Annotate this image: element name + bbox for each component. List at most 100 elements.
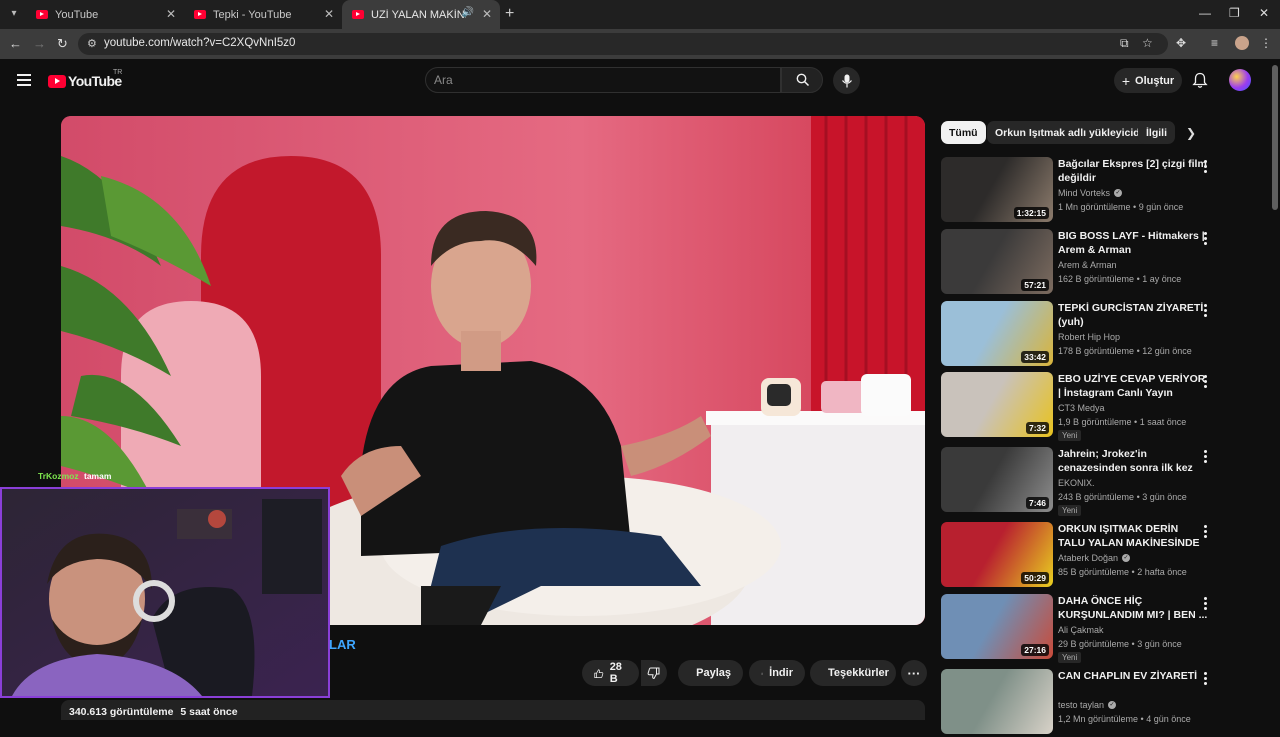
video-title[interactable]: BIG BOSS LAYF - Hitmakers | Arem & Arman xyxy=(1058,230,1208,257)
extensions-icon[interactable]: ✥ xyxy=(1176,36,1186,50)
chip-from-uploader[interactable]: Orkun Işıtmak adlı yükleyiciden xyxy=(987,121,1160,144)
video-meta: 85 B görüntüleme • 2 hafta önce xyxy=(1058,567,1187,577)
browser-toolbar: ← → ↻ ⚙ youtube.com/watch?v=C2XQvNnI5z0 … xyxy=(0,29,1280,59)
video-title[interactable]: CAN CHAPLIN EV ZİYARETİ xyxy=(1058,670,1208,684)
create-button[interactable]: + Oluştur xyxy=(1114,68,1182,93)
chip-all[interactable]: Tümü xyxy=(941,121,986,144)
dislike-button[interactable] xyxy=(641,660,667,686)
recommendation-item[interactable]: 7:46Jahrein; Jrokez'in cenazesinden sonr… xyxy=(941,447,1261,515)
video-thumbnail[interactable]: 57:21 xyxy=(941,229,1053,294)
channel-name[interactable]: Mind Vorteks✓ xyxy=(1058,188,1122,198)
channel-label: Ataberk Doğan xyxy=(1058,553,1118,563)
menu-icon[interactable] xyxy=(17,74,31,86)
streamer-webcam-overlay xyxy=(0,487,330,698)
like-button[interactable]: 28 B xyxy=(582,660,639,686)
channel-name[interactable]: CT3 Medya xyxy=(1058,403,1105,413)
video-title[interactable]: ORKUN IŞITMAK DERİN TALU YALAN MAKİNESİN… xyxy=(1058,523,1208,550)
minimize-icon[interactable]: — xyxy=(1199,6,1211,20)
channel-name[interactable]: Ataberk Doğan✓ xyxy=(1058,553,1130,563)
upload-age: 1 saat önce xyxy=(1140,417,1187,427)
video-thumbnail[interactable]: 27:16 xyxy=(941,594,1053,659)
video-title[interactable]: Bağcılar Ekspres [2] çizgi film değildir xyxy=(1058,158,1208,185)
account-avatar[interactable] xyxy=(1229,69,1251,91)
voice-search-button[interactable] xyxy=(833,67,860,94)
channel-name[interactable]: EKONIX. xyxy=(1058,478,1095,488)
video-meta: 162 B görüntüleme • 1 ay önce xyxy=(1058,274,1181,284)
channel-label: Robert Hip Hop xyxy=(1058,332,1120,342)
more-vert-icon[interactable] xyxy=(1201,525,1209,539)
video-thumbnail[interactable] xyxy=(941,669,1053,734)
site-info-icon[interactable]: ⚙ xyxy=(87,37,97,50)
more-vert-icon[interactable] xyxy=(1201,304,1209,318)
video-thumbnail[interactable]: 50:29 xyxy=(941,522,1053,587)
more-actions-button[interactable]: ··· xyxy=(901,660,927,686)
channel-label: Ali Çakmak xyxy=(1058,625,1104,635)
recommendation-item[interactable]: 33:42TEPKİ GURCİSTAN ZİYARETİ (yuh) Rober… xyxy=(941,301,1261,369)
page-scrollbar[interactable] xyxy=(1272,65,1278,210)
channel-name[interactable]: Robert Hip Hop xyxy=(1058,332,1120,342)
browser-tab-tepki[interactable]: Tepki - YouTube ✕ xyxy=(184,0,342,29)
back-icon[interactable]: ← xyxy=(9,36,22,51)
notifications-bell-icon[interactable] xyxy=(1192,72,1208,89)
reload-icon[interactable]: ↻ xyxy=(57,36,68,52)
search-button[interactable] xyxy=(781,67,823,93)
close-icon[interactable]: ✕ xyxy=(324,7,334,21)
search-input[interactable] xyxy=(434,73,764,87)
video-thumbnail[interactable]: 7:46 xyxy=(941,447,1053,512)
video-thumbnail[interactable]: 7:32 xyxy=(941,372,1053,437)
install-app-icon[interactable]: ⧉ xyxy=(1120,36,1129,51)
more-vert-icon[interactable] xyxy=(1201,375,1209,389)
window-close-icon[interactable]: ✕ xyxy=(1259,6,1269,20)
channel-name[interactable]: Arem & Arman xyxy=(1058,260,1117,270)
more-vert-icon[interactable] xyxy=(1201,597,1209,611)
webcam-frame xyxy=(2,489,328,696)
share-button[interactable]: Paylaş xyxy=(678,660,743,686)
recommendation-item[interactable]: 1:32:15 Bağcılar Ekspres [2] çizgi film d… xyxy=(941,157,1261,225)
download-label: İndir xyxy=(769,667,793,679)
restore-icon[interactable]: ❐ xyxy=(1229,6,1240,20)
thanks-button[interactable]: $ Teşekkürler xyxy=(810,660,896,686)
more-vert-icon[interactable] xyxy=(1201,450,1209,464)
browser-menu-icon[interactable]: ⋮ xyxy=(1260,36,1272,50)
tab-search-icon[interactable]: ▾ xyxy=(6,6,22,22)
channel-label: Mind Vorteks xyxy=(1058,188,1110,198)
view-count: 162 B görüntüleme xyxy=(1058,274,1134,284)
video-thumbnail[interactable]: 33:42 xyxy=(941,301,1053,366)
chevron-right-icon[interactable]: ❯ xyxy=(1186,126,1196,140)
recommendation-item[interactable]: 27:16DAHA ÖNCE HİÇ KURŞUNLANDIM MI? | BE… xyxy=(941,594,1261,662)
close-icon[interactable]: ✕ xyxy=(166,7,176,21)
url-text[interactable]: youtube.com/watch?v=C2XQvNnI5z0 xyxy=(104,37,295,49)
video-title: LAR xyxy=(329,637,356,652)
recommendation-item[interactable]: 7:32EBO UZİ'YE CEVAP VERİYOR | İnstagram… xyxy=(941,372,1261,440)
video-title[interactable]: EBO UZİ'YE CEVAP VERİYOR | İnstagram Can… xyxy=(1058,373,1208,400)
video-thumbnail[interactable]: 1:32:15 xyxy=(941,157,1053,222)
new-tab-icon[interactable]: + xyxy=(505,5,514,23)
forward-icon[interactable]: → xyxy=(33,36,46,51)
browser-profile-avatar[interactable] xyxy=(1235,36,1249,50)
video-title[interactable]: Jahrein; Jrokez'in cenazesinden sonra il… xyxy=(1058,448,1208,475)
more-vert-icon[interactable] xyxy=(1201,160,1209,174)
browser-tab-active[interactable]: UZİ YALAN MAKİNESİNDE 🔊 ✕ xyxy=(342,0,500,29)
address-bar[interactable]: ⚙ youtube.com/watch?v=C2XQvNnI5z0 xyxy=(78,33,1168,55)
browser-tab-youtube[interactable]: YouTube ✕ xyxy=(26,0,184,29)
youtube-logo[interactable]: YouTube TR xyxy=(48,73,122,89)
more-vert-icon[interactable] xyxy=(1201,232,1209,246)
duration-badge: 1:32:15 xyxy=(1014,207,1049,219)
channel-name[interactable]: Ali Çakmak xyxy=(1058,625,1104,635)
reading-list-icon[interactable]: ≡ xyxy=(1211,36,1218,50)
description-box[interactable]: 340.613 görüntüleme 5 saat önce xyxy=(61,700,925,720)
recommendation-item[interactable]: 57:21BIG BOSS LAYF - Hitmakers | Arem & … xyxy=(941,229,1261,297)
chip-related[interactable]: İlgili xyxy=(1138,121,1175,144)
bookmark-star-icon[interactable]: ☆ xyxy=(1142,36,1153,50)
speaker-icon[interactable]: 🔊 xyxy=(462,7,474,18)
download-button[interactable]: İndir xyxy=(749,660,805,686)
recommendation-item[interactable]: 50:29ORKUN IŞITMAK DERİN TALU YALAN MAKİ… xyxy=(941,522,1261,590)
view-count: 340.613 görüntüleme xyxy=(69,706,173,718)
more-vert-icon[interactable] xyxy=(1201,672,1209,686)
video-title[interactable]: DAHA ÖNCE HİÇ KURŞUNLANDIM MI? | BEN ... xyxy=(1058,595,1208,622)
recommendation-item[interactable]: CAN CHAPLIN EV ZİYARETİtesto taylan✓1,2 … xyxy=(941,669,1261,737)
channel-name[interactable]: testo taylan✓ xyxy=(1058,700,1116,710)
video-title[interactable]: TEPKİ GURCİSTAN ZİYARETİ (yuh) xyxy=(1058,302,1208,329)
new-badge: Yeni xyxy=(1058,652,1081,663)
close-icon[interactable]: ✕ xyxy=(482,7,492,21)
